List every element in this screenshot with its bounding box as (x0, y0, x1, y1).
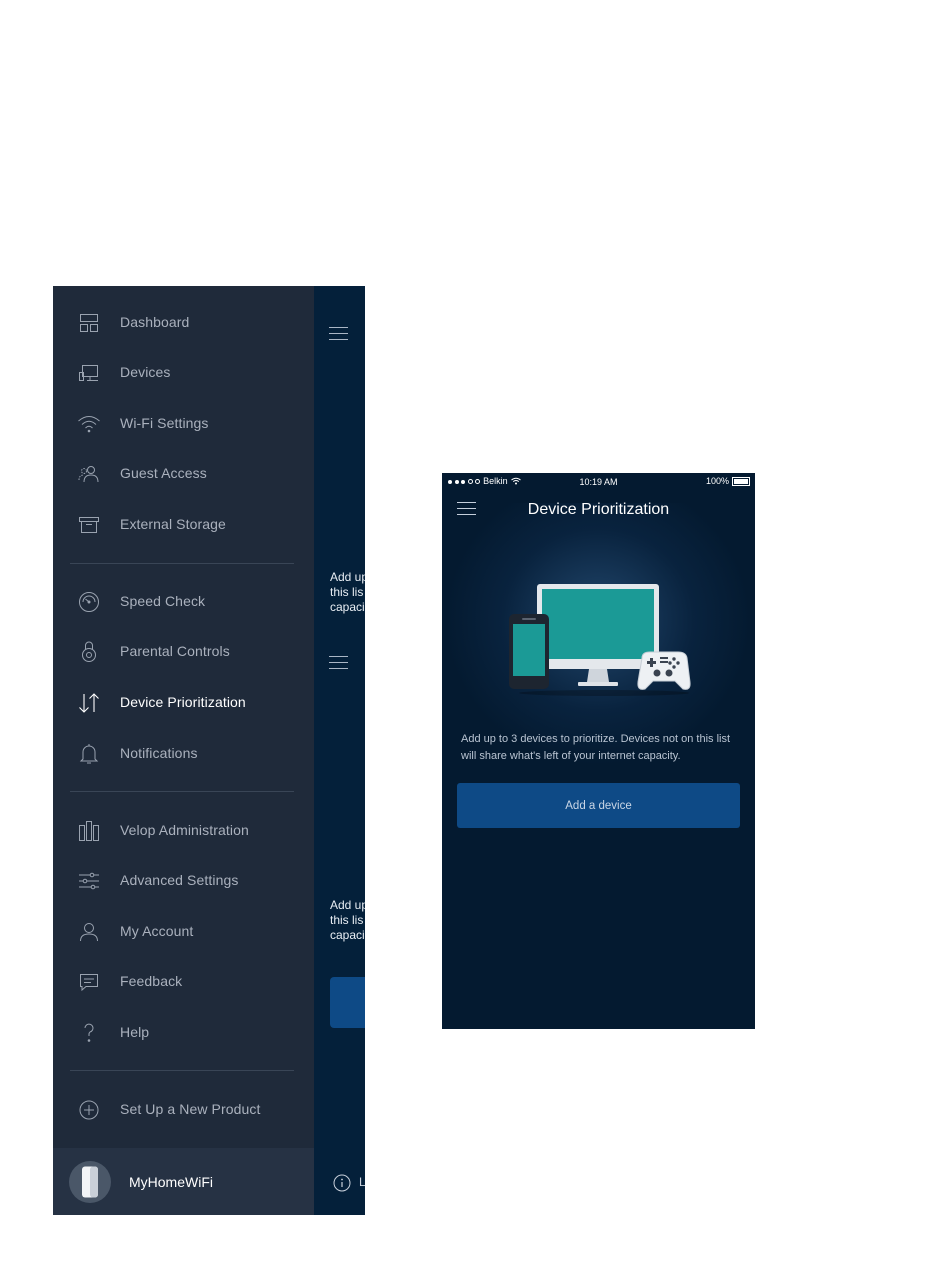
menu-item-label: External Storage (120, 516, 226, 532)
hamburger-menu-icon[interactable] (329, 327, 348, 341)
page-title: Device Prioritization (527, 501, 670, 518)
menu-item-device-prioritization[interactable]: Device Prioritization (53, 683, 314, 723)
menu-item-label: Advanced Settings (120, 872, 239, 888)
description-text: Add up to 3 devices to prioritize. Devic… (461, 733, 731, 762)
battery-status: 100% (706, 476, 750, 486)
menu-item-label: Feedback (120, 973, 183, 989)
menu-item-label: Dashboard (120, 314, 190, 330)
menu-item-label: Parental Controls (120, 643, 230, 659)
dashboard-icon (77, 311, 101, 335)
hamburger-menu-icon[interactable] (329, 656, 348, 670)
menu-item-speed-check[interactable]: Speed Check (53, 582, 314, 622)
menu-item-velop-administration[interactable]: Velop Administration (53, 811, 314, 851)
peek-add-button[interactable] (330, 977, 365, 1028)
menu-item-label: My Account (120, 923, 194, 939)
menu-item-label: Device Prioritization (120, 694, 246, 710)
menu-item-guest-access[interactable]: Guest Access (53, 454, 314, 494)
left-phone-screen: Add up this lis capaci Add up this lis capac… (53, 286, 365, 1215)
network-name: MyHomeWiFi (129, 1174, 213, 1190)
chat-icon (77, 970, 101, 994)
menu-item-label: Wi-Fi Settings (120, 415, 209, 431)
menu-item-label: Guest Access (120, 465, 207, 481)
priority-arrows-icon (77, 691, 101, 715)
person-icon (77, 920, 101, 944)
add-device-button[interactable]: Add a device (457, 783, 740, 828)
velop-node-avatar (69, 1161, 111, 1203)
side-menu: Dashboard Devices Wi-Fi Settings Guest A… (53, 286, 314, 1215)
menu-item-wifi-settings[interactable]: Wi-Fi Settings (53, 404, 314, 444)
plus-circle-icon (77, 1098, 101, 1122)
menu-divider (70, 791, 294, 792)
storage-icon (77, 513, 101, 537)
menu-item-set-up-new-product[interactable]: Set Up a New Product (53, 1090, 314, 1130)
menu-item-label: Devices (120, 364, 171, 380)
menu-item-dashboard[interactable]: Dashboard (53, 303, 314, 343)
devices-illustration (509, 584, 691, 696)
menu-item-my-account[interactable]: My Account (53, 912, 314, 952)
menu-item-feedback[interactable]: Feedback (53, 962, 314, 1002)
battery-percent: 100% (705, 476, 729, 486)
wifi-icon (77, 412, 101, 436)
network-selector[interactable]: MyHomeWiFi (53, 1148, 314, 1215)
menu-item-external-storage[interactable]: External Storage (53, 505, 314, 545)
guest-access-icon (77, 462, 101, 486)
menu-item-parental-controls[interactable]: Parental Controls (53, 632, 314, 672)
menu-item-label: Help (120, 1024, 150, 1040)
menu-item-notifications[interactable]: Notifications (53, 734, 314, 774)
menu-divider (70, 1070, 294, 1071)
sliders-icon (77, 869, 101, 893)
velop-nodes-icon (77, 819, 101, 843)
question-icon (77, 1021, 101, 1045)
lock-icon (77, 640, 101, 664)
menu-divider (70, 563, 294, 564)
velop-node-icon (82, 1166, 98, 1198)
peek-description-text: Add up this lis capaci (330, 898, 365, 942)
bell-icon (77, 742, 101, 766)
right-phone-screen: Belkin 10:19 AM 100% Device Prioritizati… (442, 473, 755, 1029)
menu-item-help[interactable]: Help (53, 1013, 314, 1053)
menu-item-label: Speed Check (120, 593, 206, 609)
menu-item-devices[interactable]: Devices (53, 353, 314, 393)
speedometer-icon (77, 590, 101, 614)
peek-description-text: Add up this lis capaci (330, 570, 365, 614)
info-icon[interactable] (333, 1174, 351, 1192)
peek-info-text: L (359, 1175, 365, 1189)
menu-item-label: Set Up a New Product (120, 1101, 261, 1117)
battery-icon (732, 476, 750, 486)
menu-item-advanced-settings[interactable]: Advanced Settings (53, 861, 314, 901)
menu-item-label: Velop Administration (120, 822, 249, 838)
status-bar: Belkin 10:19 AM 100% (442, 473, 755, 491)
menu-item-label: Notifications (120, 745, 198, 761)
devices-icon (77, 361, 101, 385)
